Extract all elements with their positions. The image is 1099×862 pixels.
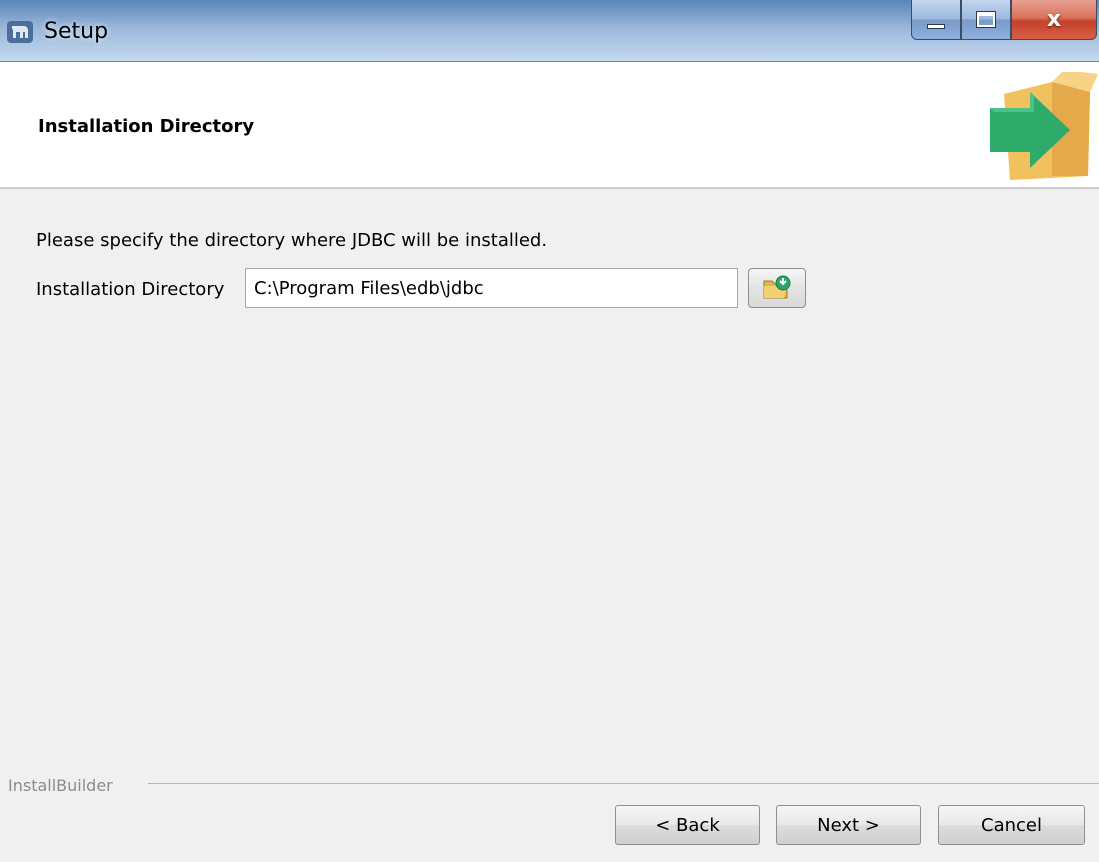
minimize-button[interactable] bbox=[911, 0, 961, 40]
elephant-app-icon bbox=[7, 21, 33, 43]
page-header: Installation Directory bbox=[0, 62, 1099, 189]
window-title: Setup bbox=[44, 19, 109, 44]
close-button[interactable]: x bbox=[1011, 0, 1097, 40]
directory-prompt: Please specify the directory where JDBC … bbox=[36, 230, 548, 251]
maximize-button[interactable] bbox=[961, 0, 1011, 40]
folder-browse-icon bbox=[763, 275, 791, 299]
cancel-button[interactable]: Cancel bbox=[938, 805, 1085, 845]
window-controls: x bbox=[911, 0, 1097, 40]
installation-directory-label: Installation Directory bbox=[36, 279, 225, 300]
close-icon: x bbox=[1046, 7, 1062, 32]
install-box-arrow-icon bbox=[990, 72, 1098, 180]
maximize-icon bbox=[976, 11, 996, 28]
footer-divider bbox=[148, 783, 1099, 784]
title-bar: Setup x bbox=[0, 0, 1099, 62]
minimize-icon bbox=[927, 24, 945, 29]
browse-button[interactable] bbox=[748, 268, 806, 308]
installation-directory-input[interactable] bbox=[245, 268, 738, 308]
page-title: Installation Directory bbox=[38, 116, 255, 137]
installbuilder-label: InstallBuilder bbox=[8, 776, 113, 795]
next-button[interactable]: Next > bbox=[776, 805, 921, 845]
back-button[interactable]: < Back bbox=[615, 805, 760, 845]
